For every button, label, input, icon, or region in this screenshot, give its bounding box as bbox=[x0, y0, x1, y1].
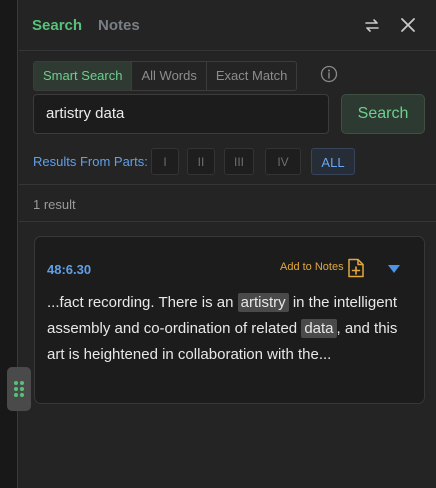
left-edge-strip bbox=[0, 0, 18, 488]
snippet-highlight: data bbox=[301, 319, 337, 338]
result-count: 1 result bbox=[33, 197, 76, 212]
mode-all-words[interactable]: All Words bbox=[132, 62, 207, 90]
mode-exact-match[interactable]: Exact Match bbox=[207, 62, 297, 90]
add-note-icon[interactable] bbox=[347, 258, 365, 278]
snippet-text: ...fact recording. There is an bbox=[47, 294, 238, 311]
swap-arrows-icon[interactable] bbox=[361, 14, 383, 36]
part-iv-button[interactable]: IV bbox=[265, 148, 301, 175]
info-icon[interactable] bbox=[320, 65, 338, 83]
panel-header: Search Notes bbox=[19, 0, 436, 50]
header-divider bbox=[19, 50, 436, 51]
tab-notes[interactable]: Notes bbox=[98, 17, 140, 34]
close-icon[interactable] bbox=[397, 14, 419, 36]
add-to-notes-label[interactable]: Add to Notes bbox=[280, 261, 344, 273]
part-all-button[interactable]: ALL bbox=[311, 148, 355, 175]
search-button[interactable]: Search bbox=[341, 94, 425, 134]
expand-caret-icon[interactable] bbox=[387, 262, 401, 274]
grip-dots-icon bbox=[14, 381, 24, 397]
part-i-button[interactable]: I bbox=[151, 148, 179, 175]
result-reference-link[interactable]: 48:6.30 bbox=[47, 262, 91, 277]
search-input[interactable]: artistry data bbox=[33, 94, 329, 134]
part-ii-button[interactable]: II bbox=[187, 148, 215, 175]
result-snippet: ...fact recording. There is an artistry … bbox=[47, 290, 407, 368]
part-iii-button[interactable]: III bbox=[224, 148, 254, 175]
drag-handle[interactable] bbox=[7, 367, 31, 411]
results-divider bbox=[19, 221, 436, 222]
parts-filter-label: Results From Parts: bbox=[33, 154, 148, 169]
filters-divider bbox=[19, 184, 436, 185]
search-panel: Search Notes Smart Search All Words Exac… bbox=[19, 0, 436, 488]
tab-search[interactable]: Search bbox=[32, 17, 82, 34]
snippet-highlight: artistry bbox=[237, 293, 289, 312]
mode-smart-search[interactable]: Smart Search bbox=[34, 62, 133, 90]
search-mode-group: Smart Search All Words Exact Match bbox=[33, 61, 298, 91]
result-card: 48:6.30 Add to Notes ...fact recording. … bbox=[34, 236, 425, 404]
